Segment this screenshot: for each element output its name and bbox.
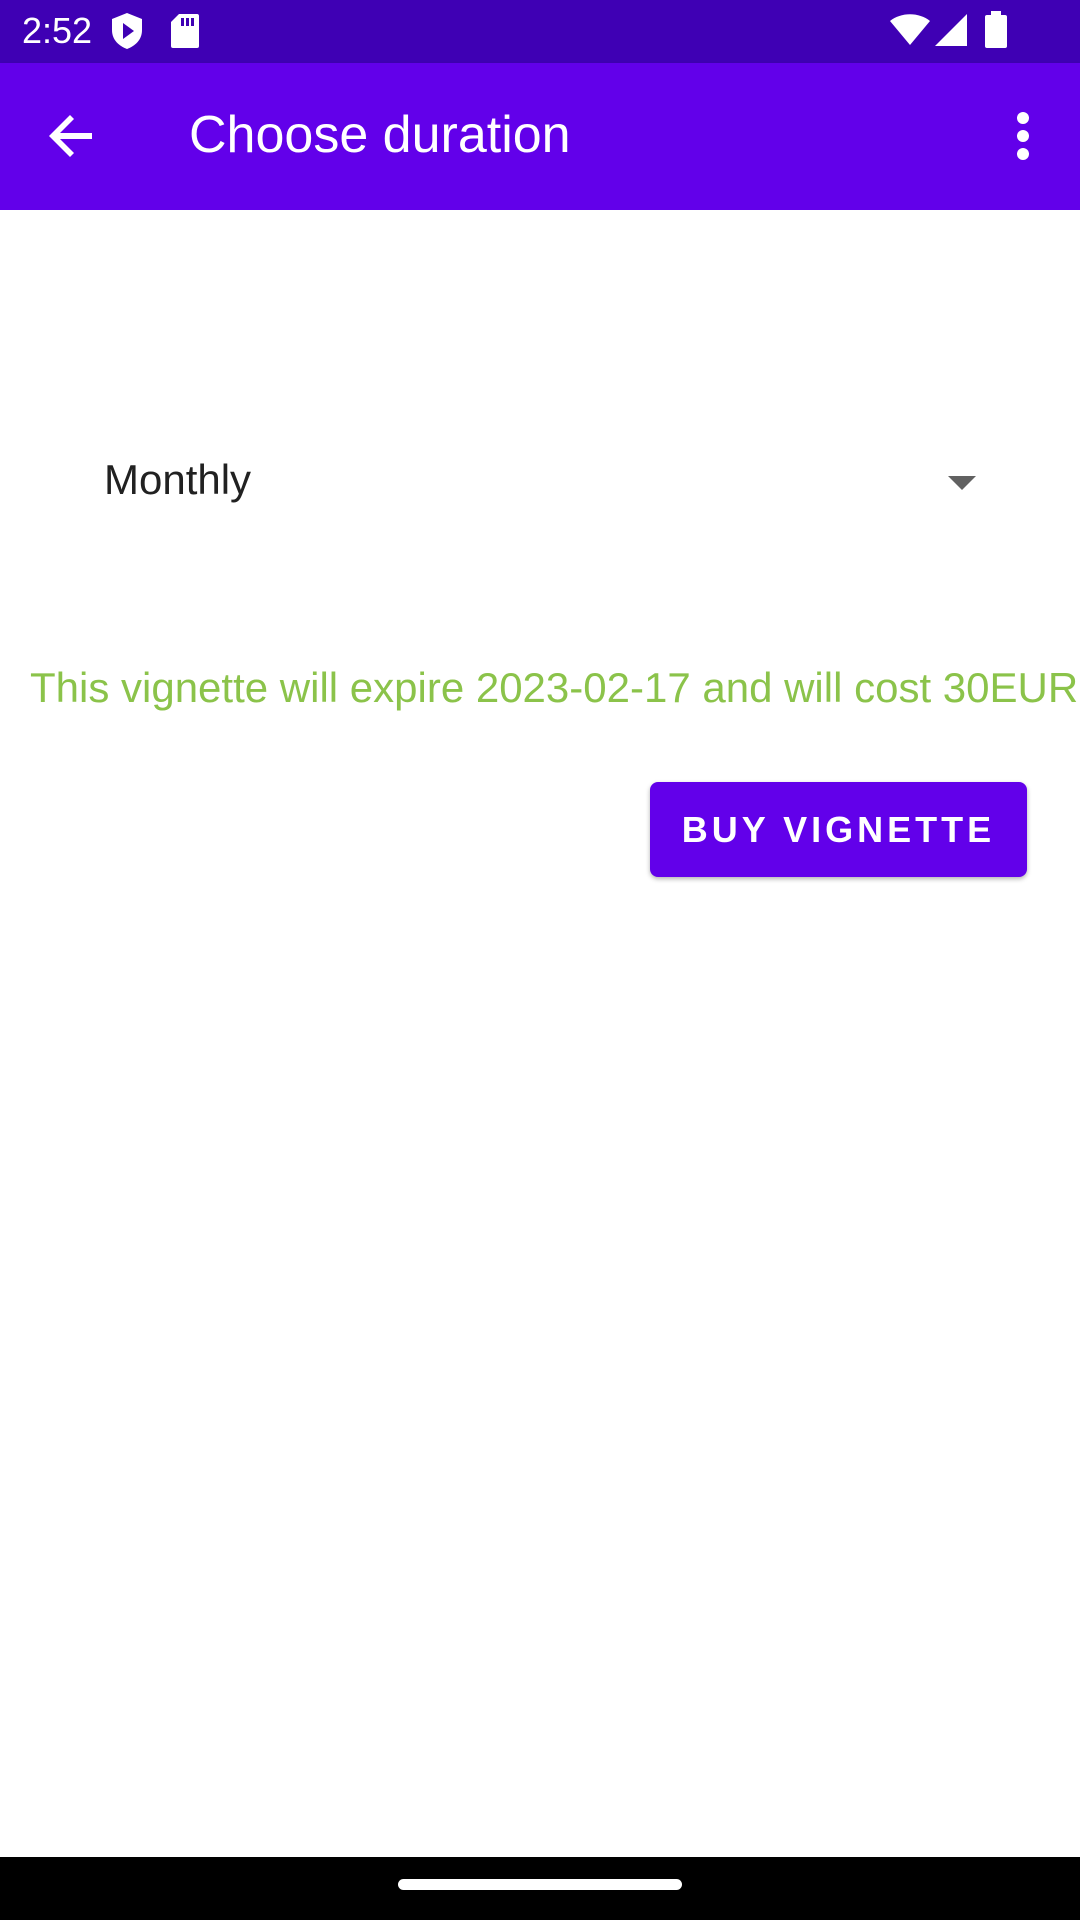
- status-time: 2:52: [22, 10, 93, 51]
- dropdown-arrow-icon: [948, 476, 976, 490]
- home-gesture-handle[interactable]: [398, 1879, 682, 1890]
- status-bar: 2:52: [0, 0, 1080, 63]
- back-button[interactable]: [36, 100, 108, 172]
- app-bar: Choose duration: [0, 63, 1080, 210]
- sd-card-icon: [171, 14, 199, 48]
- duration-spinner[interactable]: Monthly: [80, 440, 1000, 520]
- overflow-menu-button[interactable]: [987, 100, 1059, 172]
- page-title: Choose duration: [189, 106, 571, 164]
- duration-selected-value: Monthly: [104, 456, 252, 503]
- buy-vignette-button[interactable]: BUY VIGNETTE: [650, 782, 1027, 877]
- content-area: Monthly This vignette will expire 2023-0…: [0, 210, 1080, 1857]
- arrow-back-icon: [49, 115, 92, 157]
- wifi-icon: [890, 14, 930, 45]
- navigation-bar: [0, 1857, 1080, 1920]
- expiry-cost-text: This vignette will expire 2023-02-17 and…: [30, 664, 1080, 711]
- cell-signal-icon: [935, 14, 967, 46]
- battery-icon: [985, 11, 1007, 48]
- more-vert-icon: [1017, 112, 1029, 160]
- play-protect-icon: [112, 13, 142, 49]
